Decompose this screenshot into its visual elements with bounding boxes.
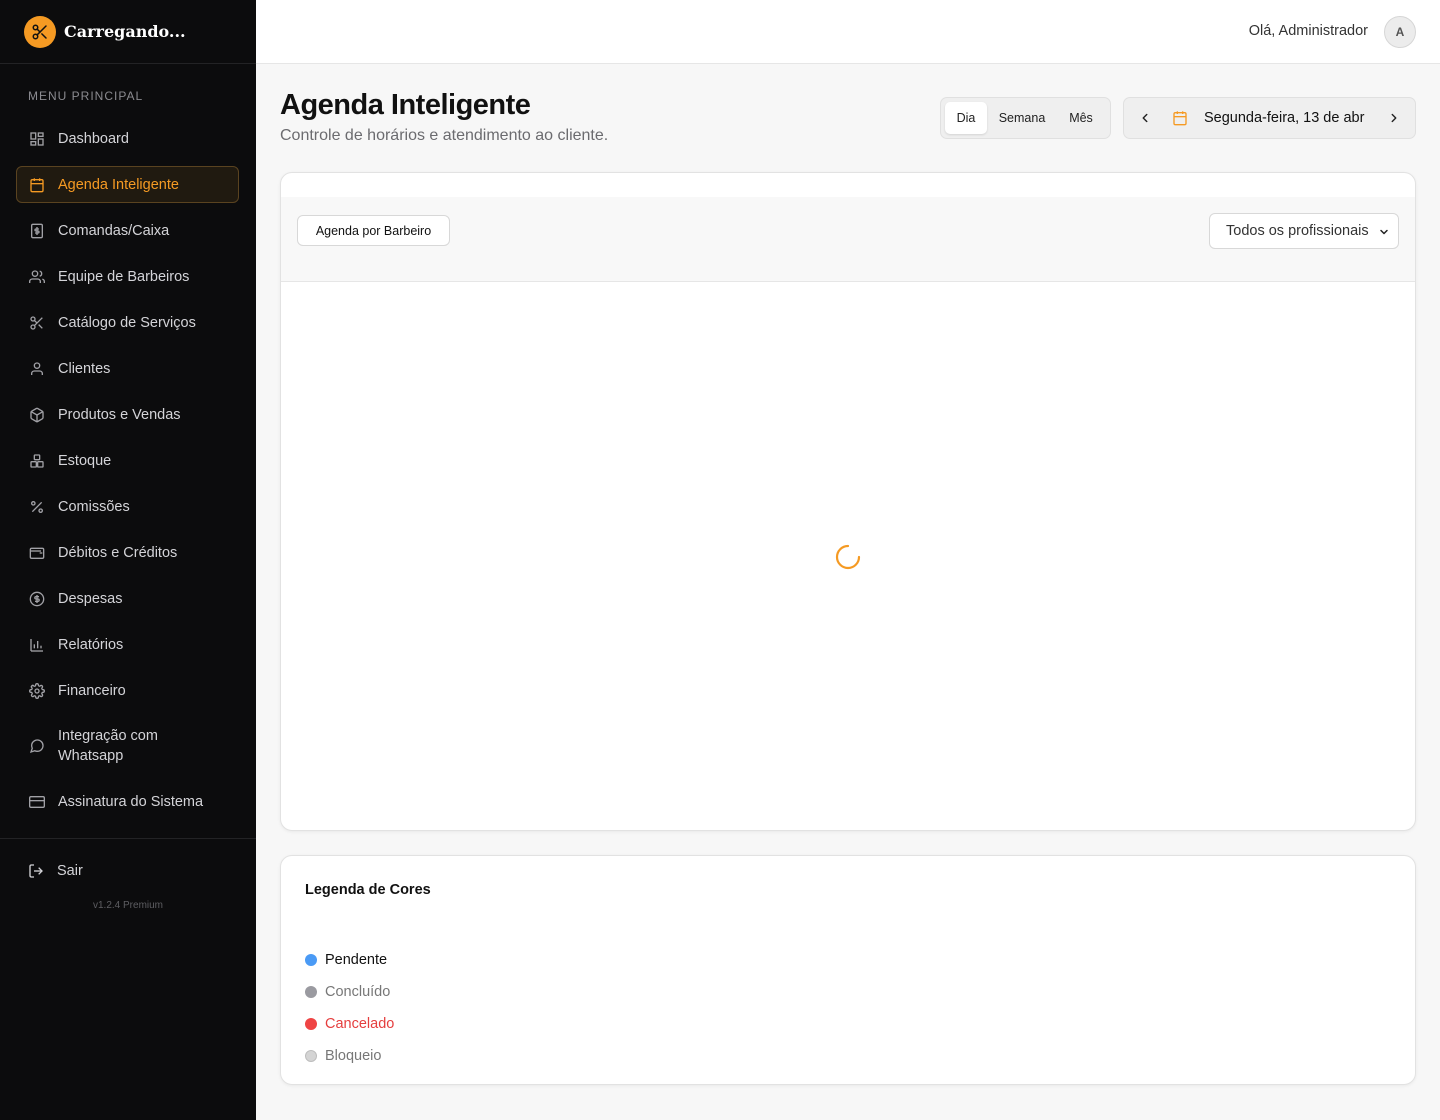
wallet-icon xyxy=(29,545,45,561)
date-navigator: Segunda-feira, 13 de abr xyxy=(1123,97,1416,139)
sidebar-item-label: Agenda Inteligente xyxy=(58,176,179,193)
avatar[interactable]: A xyxy=(1384,16,1416,48)
sidebar-item-assinatura[interactable]: Assinatura do Sistema xyxy=(16,783,239,820)
sidebar-item-catalogo[interactable]: Catálogo de Serviços xyxy=(16,304,239,341)
dollar-circle-icon xyxy=(29,591,45,607)
chat-icon xyxy=(29,738,45,754)
scissors-icon xyxy=(24,15,56,48)
sidebar-item-produtos[interactable]: Produtos e Vendas xyxy=(16,396,239,433)
legend-item-label: Bloqueio xyxy=(325,1048,382,1064)
sidebar-item-despesas[interactable]: Despesas xyxy=(16,580,239,617)
page-title: Agenda Inteligente xyxy=(280,89,531,121)
schedule-toolbar: Agenda por Barbeiro Todos os profissiona… xyxy=(281,197,1415,282)
legend-list: Pendente Concluído Cancelado Bloqueio xyxy=(305,944,394,1072)
chevron-right-icon[interactable] xyxy=(1380,104,1408,132)
logout-label: Sair xyxy=(57,863,83,879)
user-greeting: Olá, Administrador xyxy=(1248,23,1368,39)
status-dot xyxy=(305,986,317,998)
credit-card-icon xyxy=(29,794,45,810)
sidebar-item-label: Comissões xyxy=(58,498,130,515)
legend-item-label: Pendente xyxy=(325,952,388,968)
menu-section-title: MENU PRINCIPAL xyxy=(28,89,144,103)
sidebar-item-label: Relatórios xyxy=(58,636,124,653)
brand[interactable]: Carregando... xyxy=(0,0,256,64)
sidebar-item-equipe[interactable]: Equipe de Barbeiros xyxy=(16,258,239,295)
view-day-button[interactable]: Dia xyxy=(945,102,987,134)
dashboard-icon xyxy=(29,131,45,147)
percent-icon xyxy=(29,499,45,515)
logout-button[interactable]: Sair xyxy=(28,863,83,879)
professional-select-value: Todos os profissionais xyxy=(1226,223,1369,239)
calendar-icon xyxy=(29,177,45,193)
agenda-by-barber-button[interactable]: Agenda por Barbeiro xyxy=(297,215,450,246)
sidebar-item-financeiro[interactable]: Financeiro xyxy=(16,672,239,709)
sidebar-divider xyxy=(0,838,256,839)
users-icon xyxy=(29,269,45,285)
view-toggle: Dia Semana Mês xyxy=(940,97,1111,139)
chevron-down-icon xyxy=(1378,226,1390,242)
receipt-icon xyxy=(29,223,45,239)
view-month-button[interactable]: Mês xyxy=(1057,102,1105,134)
legend-item-label: Concluído xyxy=(325,984,391,1000)
loading-spinner-icon xyxy=(835,544,861,570)
legend-title: Legenda de Cores xyxy=(305,882,431,898)
calendar-icon[interactable] xyxy=(1172,110,1188,126)
sidebar-item-comissoes[interactable]: Comissões xyxy=(16,488,239,525)
sidebar-item-label: Produtos e Vendas xyxy=(58,406,181,423)
status-dot xyxy=(305,1018,317,1030)
package-icon xyxy=(29,407,45,423)
sidebar-menu: Dashboard Agenda Inteligente Comandas/Ca… xyxy=(16,120,239,829)
top-bar: Olá, Administrador A xyxy=(256,0,1440,64)
bar-chart-icon xyxy=(29,637,45,653)
sidebar-item-estoque[interactable]: Estoque xyxy=(16,442,239,479)
sidebar-item-whatsapp[interactable]: Integração com Whatsapp xyxy=(16,718,206,774)
sidebar-item-dashboard[interactable]: Dashboard xyxy=(16,120,239,157)
sidebar-item-label: Integração com Whatsapp xyxy=(58,728,158,764)
legend-item-pending: Pendente xyxy=(305,944,394,976)
sidebar-item-label: Estoque xyxy=(58,452,112,469)
page-subtitle: Controle de horários e atendimento ao cl… xyxy=(280,127,609,144)
sidebar-item-comandas[interactable]: Comandas/Caixa xyxy=(16,212,239,249)
gear-icon xyxy=(29,682,45,699)
brand-name: Carregando... xyxy=(64,22,186,41)
sidebar-item-label: Débitos e Créditos xyxy=(58,544,178,561)
sidebar-item-label: Assinatura do Sistema xyxy=(58,793,204,810)
professional-select[interactable]: Todos os profissionais xyxy=(1209,213,1399,249)
sidebar: Carregando... MENU PRINCIPAL Dashboard A… xyxy=(0,0,256,1120)
legend-item-cancelled: Cancelado xyxy=(305,1008,394,1040)
sidebar-item-debitos[interactable]: Débitos e Créditos xyxy=(16,534,239,571)
legend-item-blocked: Bloqueio xyxy=(305,1040,394,1072)
sidebar-item-agenda[interactable]: Agenda Inteligente xyxy=(16,166,239,203)
schedule-card: Agenda por Barbeiro Todos os profissiona… xyxy=(280,172,1416,831)
sidebar-item-clientes[interactable]: Clientes xyxy=(16,350,239,387)
legend-item-label: Cancelado xyxy=(325,1016,395,1032)
view-week-button[interactable]: Semana xyxy=(987,102,1057,134)
status-dot xyxy=(305,1050,317,1062)
sidebar-item-label: Financeiro xyxy=(58,682,126,699)
logout-icon xyxy=(28,863,44,879)
status-dot xyxy=(305,954,317,966)
version-label: v1.2.4 Premium xyxy=(92,900,164,911)
sidebar-item-label: Equipe de Barbeiros xyxy=(58,268,190,285)
scissors-icon xyxy=(29,315,45,331)
sidebar-item-label: Dashboard xyxy=(58,130,129,147)
boxes-icon xyxy=(29,453,45,469)
sidebar-item-relatorios[interactable]: Relatórios xyxy=(16,626,239,663)
current-date: Segunda-feira, 13 de abr xyxy=(1204,110,1365,126)
chevron-left-icon[interactable] xyxy=(1131,104,1159,132)
sidebar-item-label: Comandas/Caixa xyxy=(58,222,170,239)
sidebar-item-label: Clientes xyxy=(58,360,111,377)
sidebar-item-label: Catálogo de Serviços xyxy=(58,314,196,331)
sidebar-item-label: Despesas xyxy=(58,590,123,607)
legend-card: Legenda de Cores Pendente Concluído Canc… xyxy=(280,855,1416,1085)
user-icon xyxy=(29,361,45,377)
legend-item-completed: Concluído xyxy=(305,976,394,1008)
